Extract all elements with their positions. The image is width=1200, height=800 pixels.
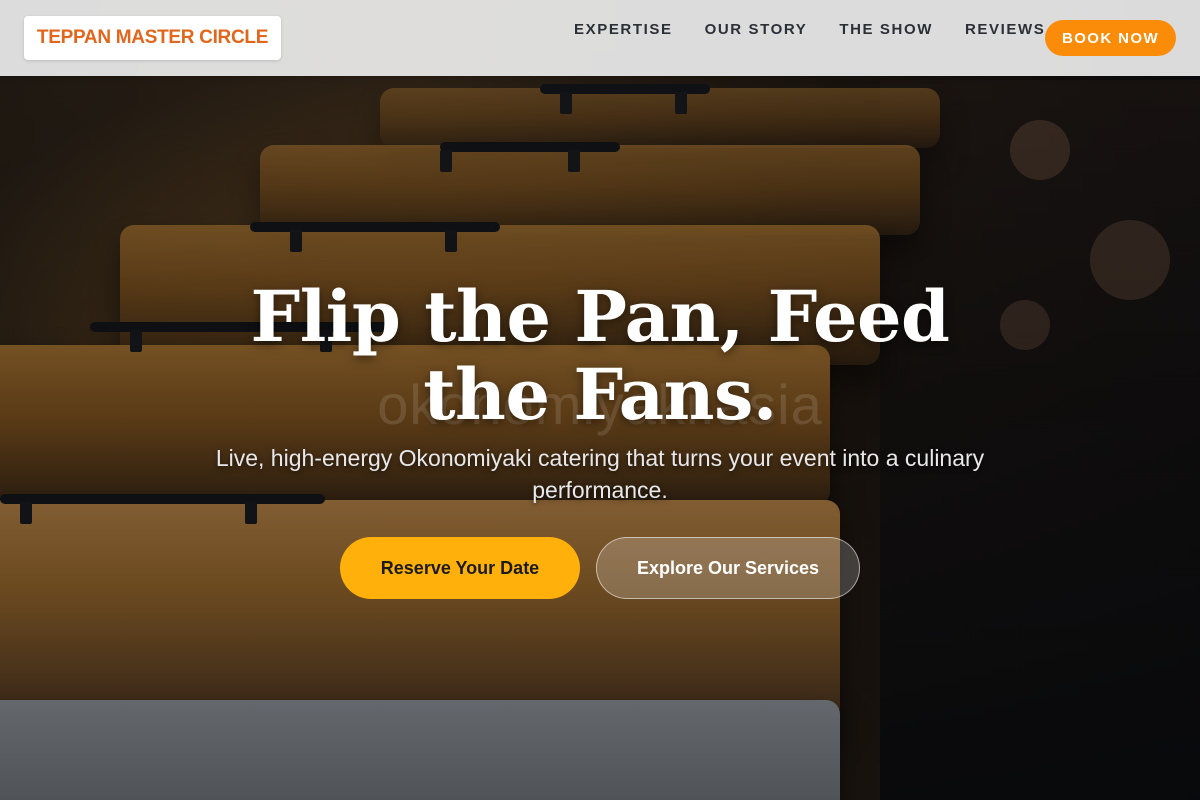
hero-subheadline: Live, high-energy Okonomiyaki catering t… (215, 445, 985, 503)
explore-services-button[interactable]: Explore Our Services (596, 537, 860, 599)
main-nav: EXPERTISE OUR STORY THE SHOW REVIEWS (574, 20, 1077, 40)
nav-link-reviews[interactable]: REVIEWS (965, 20, 1045, 40)
nav-link-expertise[interactable]: EXPERTISE (574, 20, 673, 40)
reserve-date-button[interactable]: Reserve Your Date (340, 537, 580, 599)
site-logo[interactable]: TEPPAN MASTER CIRCLE (24, 16, 281, 60)
hero-headline: Flip the Pan, Feed the Fans. (250, 275, 950, 436)
nav-link-our-story[interactable]: OUR STORY (705, 20, 808, 40)
site-header: TEPPAN MASTER CIRCLE EXPERTISE OUR STORY… (0, 0, 1200, 76)
nav-link-the-show[interactable]: THE SHOW (839, 20, 933, 40)
book-now-button[interactable]: BOOK NOW (1045, 20, 1176, 56)
